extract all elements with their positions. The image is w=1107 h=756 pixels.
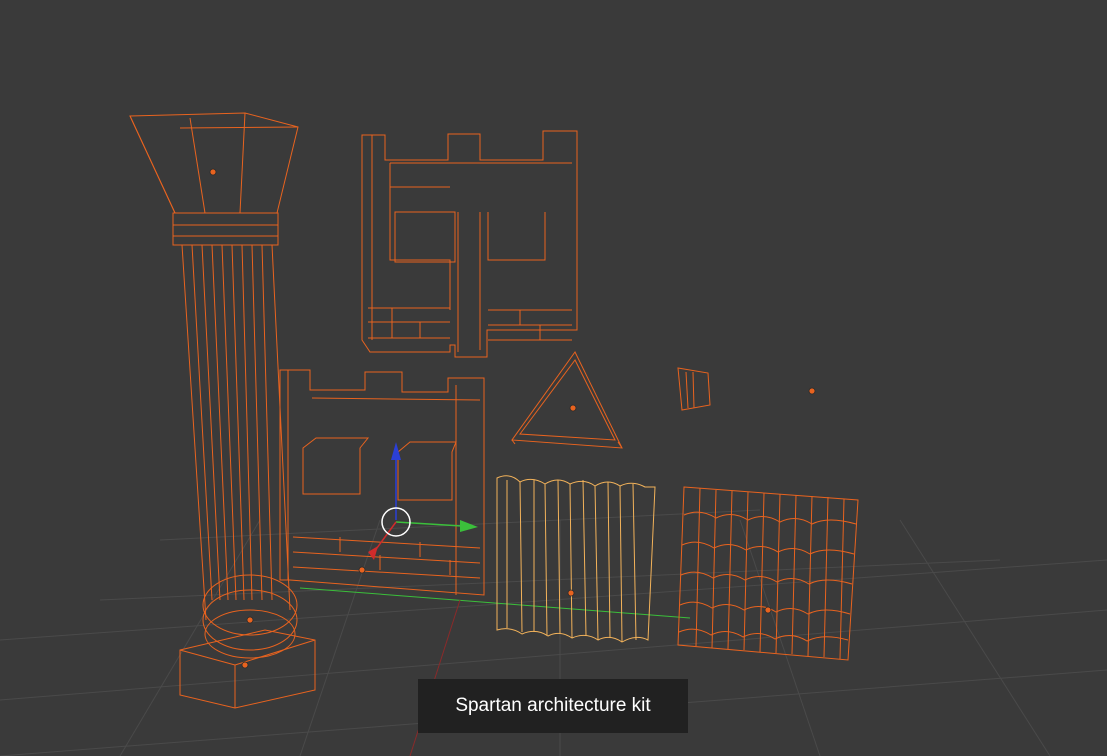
pediment-mesh[interactable]	[511, 351, 623, 449]
viewport-canvas[interactable]	[0, 0, 1107, 756]
3d-viewport[interactable]: Spartan architecture kit	[0, 0, 1107, 756]
viewport-caption: Spartan architecture kit	[418, 679, 688, 733]
small-block-mesh[interactable]	[677, 367, 711, 411]
fluted-panel-mesh[interactable]	[496, 475, 656, 643]
castle-wall-back-mesh[interactable]	[361, 130, 578, 358]
world-y-axis	[299, 587, 691, 619]
empty-object-origin[interactable]	[808, 387, 816, 395]
castle-wall-front-mesh[interactable]	[279, 369, 485, 596]
